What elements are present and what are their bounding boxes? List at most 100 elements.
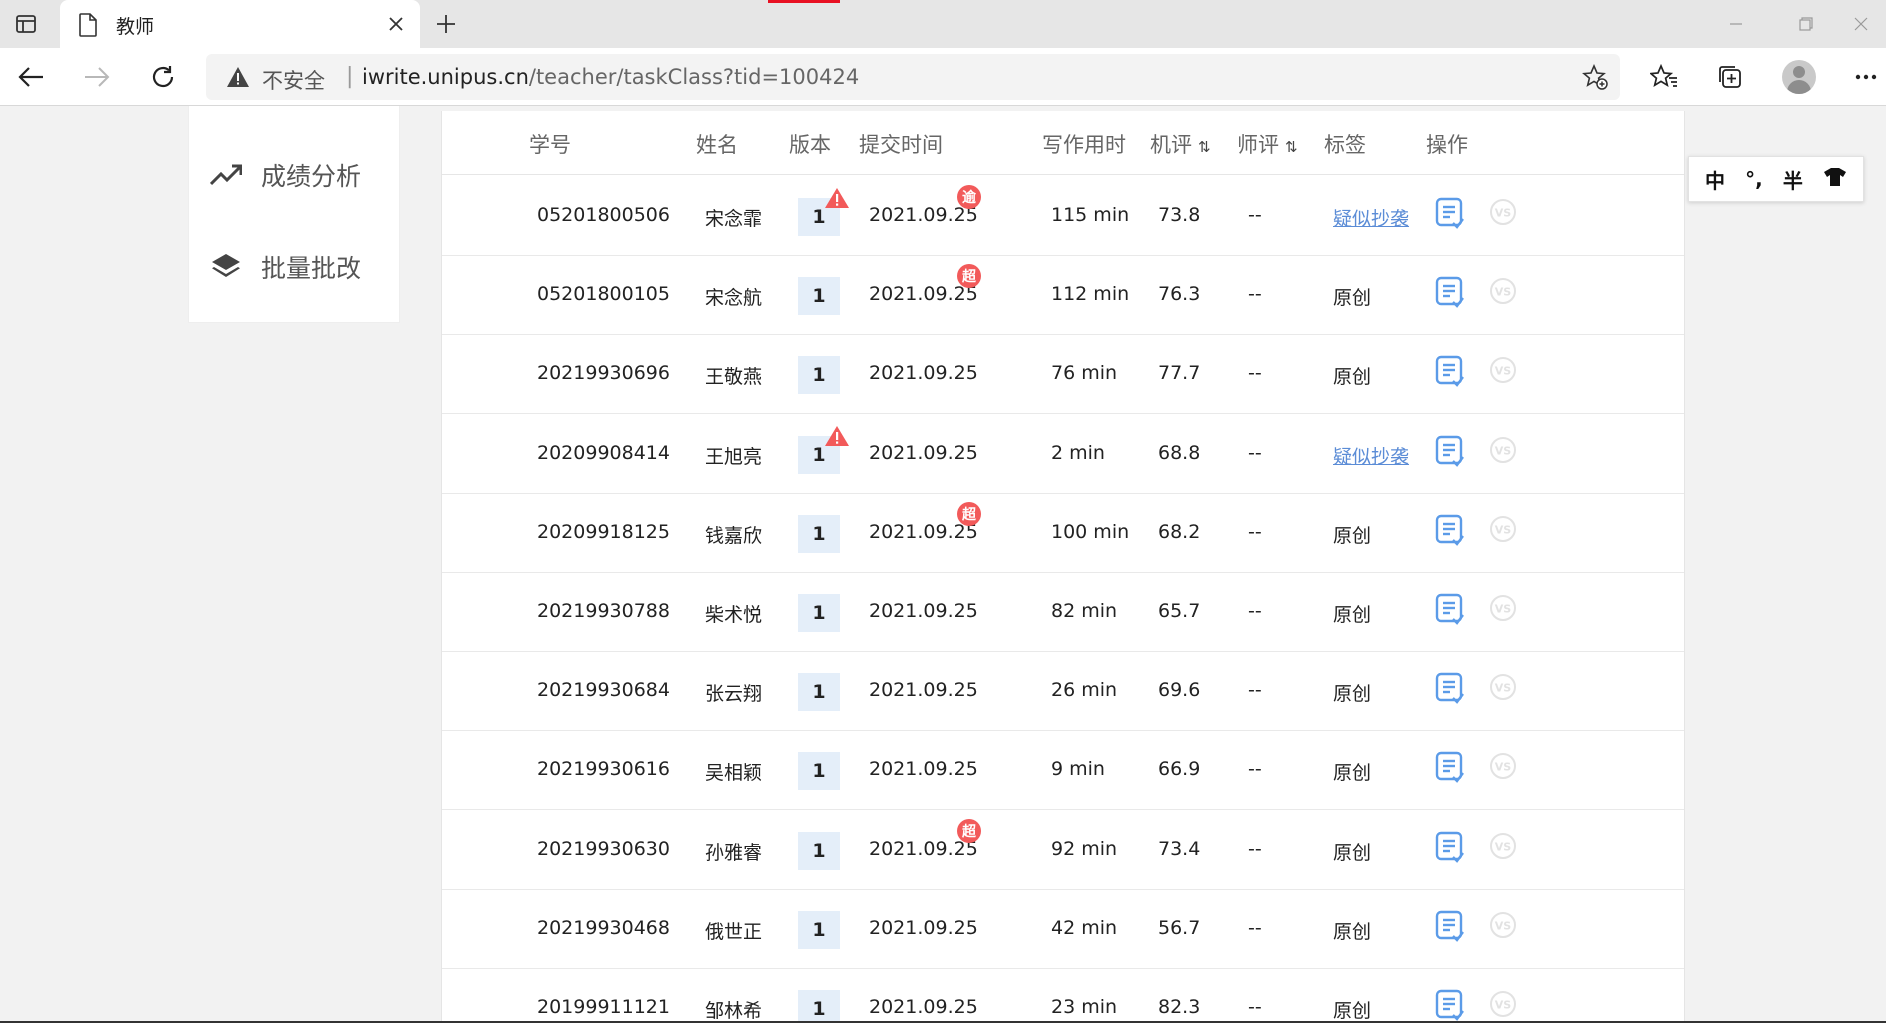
favorites-button[interactable] bbox=[1645, 58, 1683, 96]
plagiarism-tag-link[interactable]: 疑似抄袭 bbox=[1333, 442, 1409, 469]
layers-icon bbox=[209, 250, 243, 284]
review-detail-icon[interactable] bbox=[1434, 830, 1466, 864]
svg-text:VS: VS bbox=[1495, 207, 1512, 220]
review-detail-icon[interactable] bbox=[1434, 354, 1466, 388]
submit-date: 2021.09.25 bbox=[869, 600, 978, 622]
version-badge[interactable]: 1 bbox=[798, 752, 840, 791]
browser-tab[interactable]: 教师 bbox=[60, 0, 420, 48]
compare-vs-icon[interactable]: VS bbox=[1489, 832, 1517, 860]
header-submit-time: 提交时间 bbox=[859, 133, 943, 157]
ime-chinese-mode[interactable]: 中 bbox=[1705, 165, 1725, 194]
new-tab-button[interactable] bbox=[430, 8, 462, 40]
student-id: 20219930684 bbox=[537, 679, 670, 702]
compare-vs-icon[interactable]: VS bbox=[1489, 673, 1517, 701]
svg-text:VS: VS bbox=[1495, 761, 1512, 774]
original-tag: 原创 bbox=[1333, 762, 1372, 785]
address-bar[interactable]: 不安全 | iwrite.unipus.cn/teacher/taskClass… bbox=[206, 54, 1620, 100]
version-badge[interactable]: 1 bbox=[798, 594, 840, 632]
forward-button[interactable] bbox=[78, 58, 116, 96]
teacher-score: -- bbox=[1248, 441, 1262, 464]
version-badge[interactable]: 1 bbox=[798, 673, 840, 712]
ime-toolbar[interactable]: 中 °, 半 bbox=[1688, 156, 1864, 202]
review-detail-icon[interactable] bbox=[1434, 196, 1466, 230]
table-row: 20219930788 柴术悦 1 2021.09.25 82 min 65.7 -- 原创 V… bbox=[442, 572, 1684, 652]
version-badge[interactable]: 1 bbox=[798, 990, 840, 1023]
teacher-score: -- bbox=[1248, 283, 1262, 306]
header-name: 姓名 bbox=[696, 133, 738, 157]
sort-icon[interactable]: ⇅ bbox=[1198, 138, 1211, 156]
submit-date: 2021.09.25 bbox=[869, 204, 978, 226]
back-button[interactable] bbox=[12, 58, 50, 96]
add-favorite-button[interactable] bbox=[1578, 60, 1612, 94]
compare-vs-icon[interactable]: VS bbox=[1489, 198, 1517, 226]
menu-item-score-analysis[interactable]: 成绩分析 bbox=[209, 155, 361, 195]
collections-button[interactable] bbox=[1711, 58, 1749, 96]
window-close-button[interactable] bbox=[1836, 8, 1886, 40]
version-badge[interactable]: 1 bbox=[798, 831, 840, 870]
original-tag: 原创 bbox=[1333, 841, 1372, 864]
ime-halfwidth-mode[interactable]: 半 bbox=[1783, 165, 1803, 194]
plus-icon bbox=[437, 15, 455, 33]
refresh-button[interactable] bbox=[144, 58, 182, 96]
profile-avatar[interactable] bbox=[1782, 60, 1816, 94]
version-badge[interactable]: 1 bbox=[798, 356, 840, 395]
warning-icon bbox=[227, 67, 249, 87]
review-detail-icon[interactable] bbox=[1434, 750, 1466, 784]
insecure-label[interactable]: 不安全 bbox=[262, 65, 325, 95]
svg-text:VS: VS bbox=[1495, 682, 1512, 695]
version-badge[interactable]: 1 bbox=[798, 277, 840, 316]
teacher-score: -- bbox=[1248, 362, 1262, 385]
writing-duration: 42 min bbox=[1051, 916, 1118, 939]
review-detail-icon[interactable] bbox=[1434, 671, 1466, 705]
version-badge[interactable]: 1 bbox=[798, 910, 840, 949]
review-detail-icon[interactable] bbox=[1434, 434, 1466, 468]
review-detail-icon[interactable] bbox=[1434, 513, 1466, 547]
teacher-score: -- bbox=[1248, 520, 1262, 543]
machine-score: 76.3 bbox=[1158, 283, 1201, 306]
minimize-button[interactable] bbox=[1706, 8, 1766, 40]
svg-text:VS: VS bbox=[1495, 919, 1512, 932]
compare-vs-icon[interactable]: VS bbox=[1489, 911, 1517, 939]
review-detail-icon[interactable] bbox=[1434, 592, 1466, 626]
shirt-icon[interactable] bbox=[1823, 167, 1847, 192]
student-id: 20209908414 bbox=[537, 441, 670, 464]
original-tag: 原创 bbox=[1333, 524, 1372, 547]
compare-vs-icon[interactable]: VS bbox=[1489, 515, 1517, 543]
restore-button[interactable] bbox=[1776, 8, 1836, 40]
compare-vs-icon[interactable]: VS bbox=[1489, 277, 1517, 305]
header-machine-score[interactable]: 机评 ⇅ bbox=[1150, 129, 1211, 159]
student-id: 20209918125 bbox=[537, 520, 670, 543]
original-tag: 原创 bbox=[1333, 366, 1372, 389]
submit-date: 2021.09.25 bbox=[869, 916, 978, 939]
header-teacher-score[interactable]: 师评 ⇅ bbox=[1237, 129, 1298, 159]
url-text[interactable]: iwrite.unipus.cn/teacher/taskClass?tid=1… bbox=[362, 65, 859, 89]
version-badge[interactable]: 1 bbox=[798, 514, 840, 553]
student-id: 20219930630 bbox=[537, 837, 670, 860]
tab-close-button[interactable] bbox=[382, 10, 410, 38]
tab-actions-button[interactable] bbox=[8, 6, 44, 42]
sort-icon[interactable]: ⇅ bbox=[1285, 138, 1298, 156]
compare-vs-icon[interactable]: VS bbox=[1489, 990, 1517, 1018]
ime-punctuation-mode[interactable]: °, bbox=[1745, 167, 1763, 191]
overtime-badge: 逾 bbox=[957, 185, 981, 209]
compare-vs-icon[interactable]: VS bbox=[1489, 436, 1517, 464]
review-detail-icon[interactable] bbox=[1434, 988, 1466, 1022]
menu-item-batch-grading[interactable]: 批量批改 bbox=[209, 247, 361, 287]
settings-more-button[interactable] bbox=[1847, 58, 1885, 96]
favorites-icon bbox=[1650, 64, 1677, 87]
teacher-score: -- bbox=[1248, 916, 1262, 939]
submit-date: 2021.09.25 bbox=[869, 996, 978, 1018]
original-tag: 原创 bbox=[1333, 604, 1372, 626]
review-detail-icon[interactable] bbox=[1434, 275, 1466, 309]
teacher-score: -- bbox=[1248, 996, 1262, 1018]
compare-vs-icon[interactable]: VS bbox=[1489, 752, 1517, 780]
machine-score: 82.3 bbox=[1158, 996, 1201, 1018]
plagiarism-tag-link[interactable]: 疑似抄袭 bbox=[1333, 204, 1409, 231]
compare-vs-icon[interactable]: VS bbox=[1489, 594, 1517, 622]
student-name: 邹林希 bbox=[705, 1000, 763, 1022]
header-action: 操作 bbox=[1426, 133, 1468, 157]
tab-title: 教师 bbox=[116, 16, 155, 38]
review-detail-icon[interactable] bbox=[1434, 909, 1466, 943]
compare-vs-icon[interactable]: VS bbox=[1489, 356, 1517, 384]
student-id: 05201800105 bbox=[537, 283, 670, 306]
